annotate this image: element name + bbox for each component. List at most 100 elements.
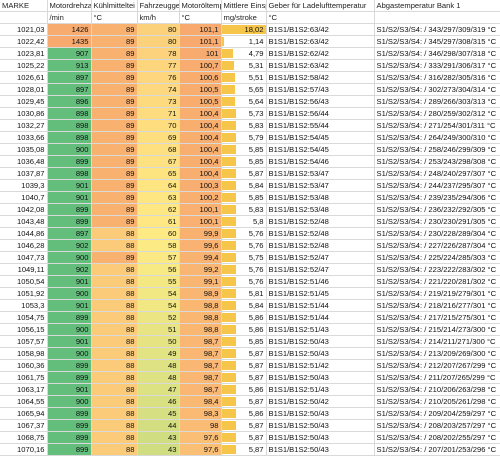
cell-kuehlmittel[interactable]: 88 bbox=[91, 371, 138, 385]
cell-motoroel[interactable]: 98,4 bbox=[179, 395, 222, 409]
cell-motordrehzahl[interactable]: 900 bbox=[47, 287, 92, 301]
cell-geber[interactable]: B1S1/B1S2:52/47 bbox=[266, 251, 375, 265]
cell-geber[interactable]: B1S1/B1S2:50/43 bbox=[266, 431, 375, 445]
cell-motordrehzahl[interactable]: 898 bbox=[47, 167, 92, 181]
cell-abgas[interactable]: S1/S2/S3/S4: / 244/237/295/307 °C bbox=[374, 179, 500, 193]
cell-motoroel[interactable]: 100,3 bbox=[179, 179, 222, 193]
cell-motordrehzahl[interactable]: 899 bbox=[47, 431, 92, 445]
cell-geber[interactable]: B1S1/B1S2:54/45 bbox=[266, 143, 375, 157]
cell-kuehlmittel[interactable]: 89 bbox=[91, 143, 138, 157]
cell-marke[interactable]: 1067,37 bbox=[0, 419, 48, 433]
cell-abgas[interactable]: S1/S2/S3/S4: / 208/203/257/297 °C bbox=[374, 419, 500, 433]
cell-geschwindigkeit[interactable]: 70 bbox=[137, 119, 180, 133]
cell-kuehlmittel[interactable]: 88 bbox=[91, 347, 138, 361]
cell-einspritzung[interactable]: 5,79 bbox=[221, 131, 267, 145]
cell-motordrehzahl[interactable]: 899 bbox=[47, 359, 92, 373]
cell-geber[interactable]: B1S1/B1S2:52/48 bbox=[266, 215, 375, 229]
cell-geschwindigkeit[interactable]: 62 bbox=[137, 203, 180, 217]
cell-motoroel[interactable]: 98,8 bbox=[179, 323, 222, 337]
cell-motordrehzahl[interactable]: 901 bbox=[47, 191, 92, 205]
unit-cell[interactable]: °C bbox=[266, 11, 375, 25]
cell-kuehlmittel[interactable]: 89 bbox=[91, 155, 138, 169]
cell-kuehlmittel[interactable]: 89 bbox=[91, 203, 138, 217]
cell-geschwindigkeit[interactable]: 76 bbox=[137, 71, 180, 85]
unit-cell[interactable]: °C bbox=[91, 11, 138, 25]
cell-motoroel[interactable]: 100,4 bbox=[179, 131, 222, 145]
cell-geschwindigkeit[interactable]: 77 bbox=[137, 59, 180, 73]
cell-abgas[interactable]: S1/S2/S3/S4: / 346/298/307/318 °C bbox=[374, 47, 500, 61]
cell-motordrehzahl[interactable]: 907 bbox=[47, 47, 92, 61]
cell-abgas[interactable]: S1/S2/S3/S4: / 230/230/291/305 °C bbox=[374, 215, 500, 229]
cell-geber[interactable]: B1S1/B1S2:53/48 bbox=[266, 203, 375, 217]
cell-einspritzung[interactable]: 5,84 bbox=[221, 179, 267, 193]
cell-marke[interactable]: 1047,73 bbox=[0, 251, 48, 265]
cell-kuehlmittel[interactable]: 89 bbox=[91, 59, 138, 73]
cell-geber[interactable]: B1S1/B1S2:63/42 bbox=[266, 23, 375, 37]
cell-motoroel[interactable]: 98,8 bbox=[179, 299, 222, 313]
cell-geber[interactable]: B1S1/B1S2:50/42 bbox=[266, 395, 375, 409]
cell-geschwindigkeit[interactable]: 50 bbox=[137, 335, 180, 349]
cell-einspritzung[interactable]: 5,87 bbox=[221, 419, 267, 433]
cell-kuehlmittel[interactable]: 89 bbox=[91, 23, 138, 37]
cell-abgas[interactable]: S1/S2/S3/S4: / 253/243/298/308 °C bbox=[374, 155, 500, 169]
cell-geschwindigkeit[interactable]: 80 bbox=[137, 23, 180, 37]
cell-geber[interactable]: B1S1/B1S2:53/47 bbox=[266, 167, 375, 181]
cell-motoroel[interactable]: 98,3 bbox=[179, 407, 222, 421]
cell-abgas[interactable]: S1/S2/S3/S4: / 218/216/277/301 °C bbox=[374, 299, 500, 313]
cell-abgas[interactable]: S1/S2/S3/S4: / 215/214/273/300 °C bbox=[374, 323, 500, 337]
cell-einspritzung[interactable]: 5,85 bbox=[221, 191, 267, 205]
cell-marke[interactable]: 1029,45 bbox=[0, 95, 48, 109]
cell-motoroel[interactable]: 101,1 bbox=[179, 23, 222, 37]
cell-geschwindigkeit[interactable]: 43 bbox=[137, 443, 180, 456]
cell-motoroel[interactable]: 100,1 bbox=[179, 203, 222, 217]
cell-marke[interactable]: 1023,81 bbox=[0, 47, 48, 61]
cell-kuehlmittel[interactable]: 88 bbox=[91, 311, 138, 325]
cell-motoroel[interactable]: 98,7 bbox=[179, 335, 222, 349]
cell-marke[interactable]: 1061,75 bbox=[0, 371, 48, 385]
cell-geschwindigkeit[interactable]: 69 bbox=[137, 131, 180, 145]
cell-motordrehzahl[interactable]: 896 bbox=[47, 95, 92, 109]
cell-motoroel[interactable]: 100,5 bbox=[179, 95, 222, 109]
unit-cell[interactable] bbox=[374, 11, 500, 25]
cell-geber[interactable]: B1S1/B1S2:50/43 bbox=[266, 371, 375, 385]
cell-abgas[interactable]: S1/S2/S3/S4: / 345/297/308/315 °C bbox=[374, 35, 500, 49]
cell-motoroel[interactable]: 100,6 bbox=[179, 71, 222, 85]
cell-abgas[interactable]: S1/S2/S3/S4: / 221/220/281/302 °C bbox=[374, 275, 500, 289]
cell-marke[interactable]: 1035,08 bbox=[0, 143, 48, 157]
cell-motordrehzahl[interactable]: 900 bbox=[47, 251, 92, 265]
cell-einspritzung[interactable]: 5,84 bbox=[221, 299, 267, 313]
cell-kuehlmittel[interactable]: 89 bbox=[91, 119, 138, 133]
cell-marke[interactable]: 1049,11 bbox=[0, 263, 48, 277]
cell-geber[interactable]: B1S1/B1S2:50/43 bbox=[266, 407, 375, 421]
cell-geber[interactable]: B1S1/B1S2:53/48 bbox=[266, 191, 375, 205]
cell-geschwindigkeit[interactable]: 80 bbox=[137, 35, 180, 49]
cell-kuehlmittel[interactable]: 88 bbox=[91, 263, 138, 277]
cell-geber[interactable]: B1S1/B1S2:55/44 bbox=[266, 119, 375, 133]
cell-motordrehzahl[interactable]: 901 bbox=[47, 299, 92, 313]
cell-motoroel[interactable]: 98 bbox=[179, 419, 222, 433]
cell-einspritzung[interactable]: 5,87 bbox=[221, 395, 267, 409]
cell-geber[interactable]: B1S1/B1S2:63/42 bbox=[266, 59, 375, 73]
cell-marke[interactable]: 1042,08 bbox=[0, 203, 48, 217]
cell-geber[interactable]: B1S1/B1S2:51/43 bbox=[266, 323, 375, 337]
cell-motordrehzahl[interactable]: 902 bbox=[47, 263, 92, 277]
cell-abgas[interactable]: S1/S2/S3/S4: / 248/240/297/307 °C bbox=[374, 167, 500, 181]
cell-einspritzung[interactable]: 5,75 bbox=[221, 251, 267, 265]
cell-abgas[interactable]: S1/S2/S3/S4: / 258/246/299/309 °C bbox=[374, 143, 500, 157]
cell-abgas[interactable]: S1/S2/S3/S4: / 212/207/267/299 °C bbox=[374, 359, 500, 373]
cell-motoroel[interactable]: 98,7 bbox=[179, 347, 222, 361]
cell-geschwindigkeit[interactable]: 57 bbox=[137, 251, 180, 265]
cell-motoroel[interactable]: 101,1 bbox=[179, 35, 222, 49]
cell-geber[interactable]: B1S1/B1S2:54/45 bbox=[266, 131, 375, 145]
cell-einspritzung[interactable]: 5,85 bbox=[221, 143, 267, 157]
cell-abgas[interactable]: S1/S2/S3/S4: / 219/219/279/301 °C bbox=[374, 287, 500, 301]
cell-motoroel[interactable]: 101 bbox=[179, 47, 222, 61]
cell-abgas[interactable]: S1/S2/S3/S4: / 217/215/275/301 °C bbox=[374, 311, 500, 325]
cell-abgas[interactable]: S1/S2/S3/S4: / 211/207/265/299 °C bbox=[374, 371, 500, 385]
cell-einspritzung[interactable]: 5,76 bbox=[221, 227, 267, 241]
cell-marke[interactable]: 1070,16 bbox=[0, 443, 48, 456]
cell-abgas[interactable]: S1/S2/S3/S4: / 239/235/294/306 °C bbox=[374, 191, 500, 205]
cell-geschwindigkeit[interactable]: 68 bbox=[137, 143, 180, 157]
cell-geschwindigkeit[interactable]: 65 bbox=[137, 167, 180, 181]
cell-einspritzung[interactable]: 5,83 bbox=[221, 203, 267, 217]
